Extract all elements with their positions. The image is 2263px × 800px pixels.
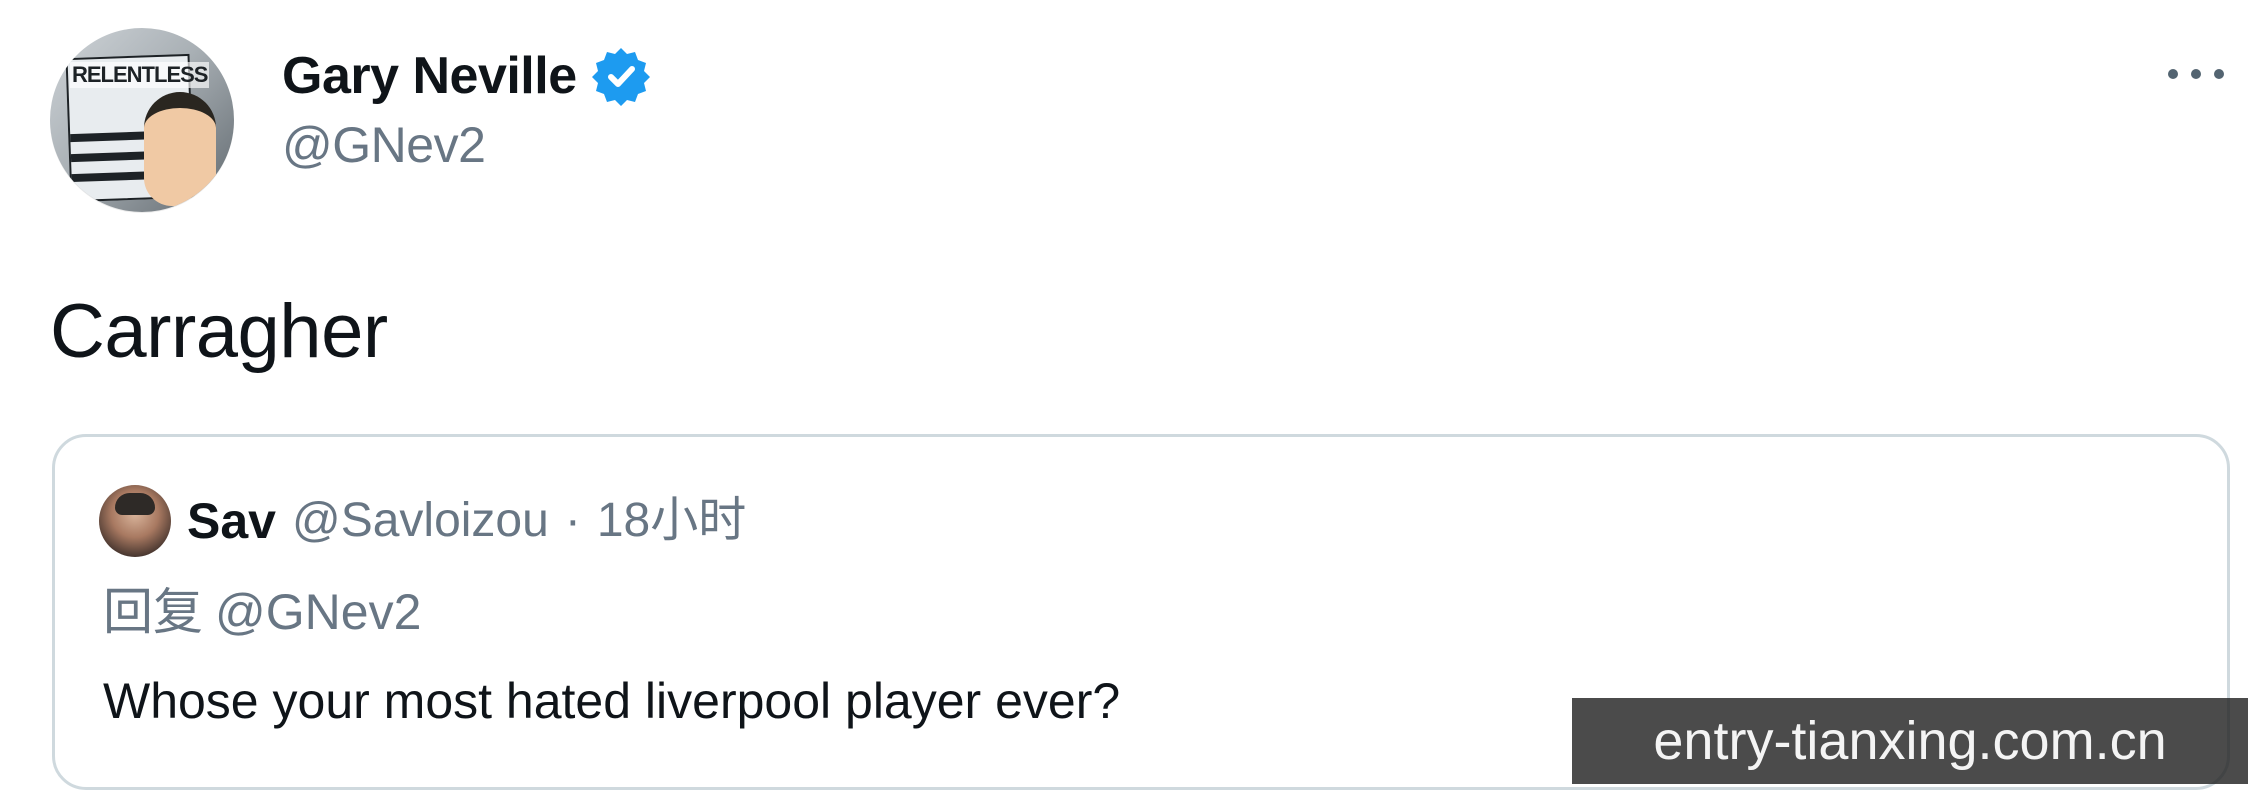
quoted-author-handle[interactable]: @Savloizou [292,497,549,545]
quoted-tweet-time[interactable]: 18小时 [597,497,746,545]
quoted-tweet-separator: · [564,494,581,547]
quoted-author-avatar[interactable] [99,485,171,557]
tweet-card: RELENTLESS Gary Neville @GNev2 Carragher… [0,0,2263,800]
quoted-tweet-header: Sav @Savloizou · 18小时 [99,485,746,557]
author-display-name[interactable]: Gary Neville [282,50,577,102]
author-name-row: Gary Neville [282,44,653,108]
more-dot [2214,69,2224,79]
reply-target-handle[interactable]: @GNev2 [215,585,421,640]
avatar-badge-text: RELENTLESS [70,62,210,88]
verified-badge-icon [589,44,653,108]
tweet-text: Carragher [50,289,388,374]
quoted-tweet-text: Whose your most hated liverpool player e… [103,673,1121,729]
reply-prefix: 回复 [103,584,203,640]
watermark: entry-tianxing.com.cn [1572,698,2248,784]
author-handle[interactable]: @GNev2 [282,118,486,173]
more-dot [2168,69,2178,79]
quoted-author-name[interactable]: Sav [187,496,276,546]
author-avatar[interactable]: RELENTLESS [50,28,234,212]
avatar-person [144,92,216,206]
more-icon[interactable] [2168,58,2224,90]
more-dot [2191,69,2201,79]
quoted-reply-context: 回复 @GNev2 [103,585,421,640]
